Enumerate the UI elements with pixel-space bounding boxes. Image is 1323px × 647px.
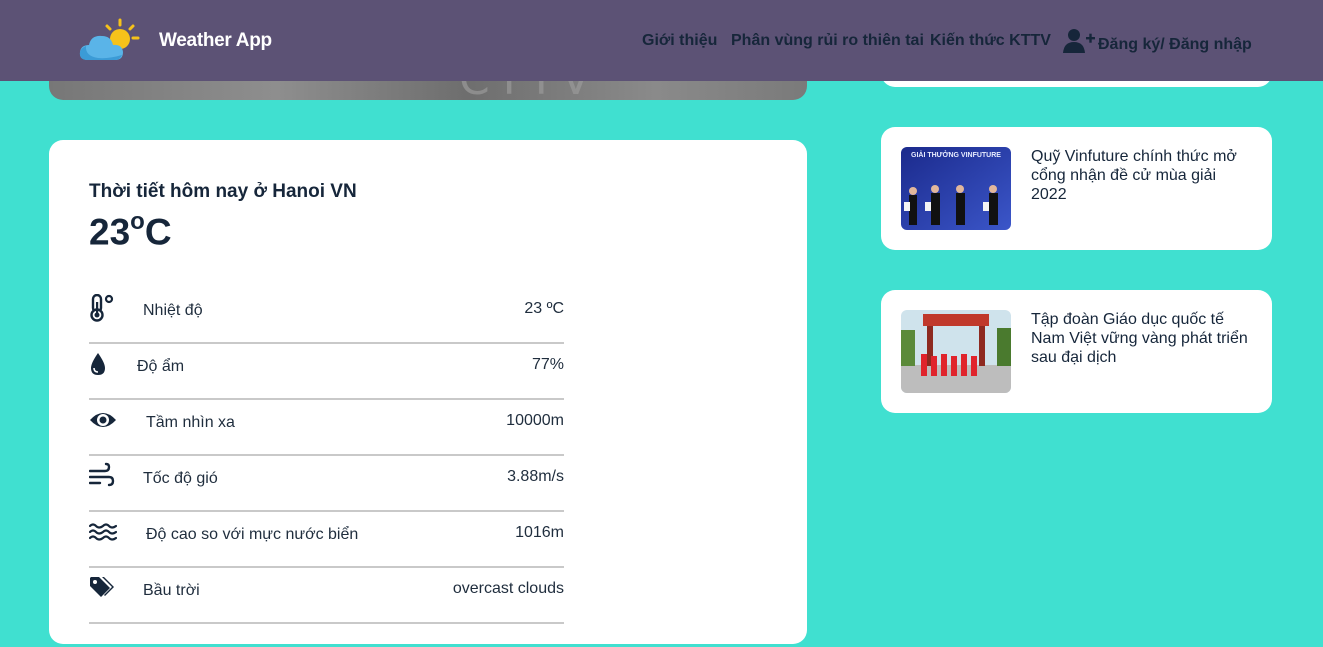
detail-label: Độ ẩm [137,358,185,375]
detail-value: 23 ºC [524,300,564,317]
thumbnail-caption: GIẢI THƯỞNG VINFUTURE [911,150,1001,159]
nav-link-intro[interactable]: Giới thiệu [642,32,717,50]
detail-value: 10000m [506,412,564,429]
news-card[interactable]: Tập đoàn Giáo dục quốc tế Nam Việt vững … [881,290,1272,413]
droplet-icon [91,353,105,375]
weather-logo-icon[interactable] [78,18,140,64]
detail-label: Bầu trời [143,582,200,599]
news-title[interactable]: Quỹ Vinfuture chính thức mở cổng nhận đề… [1031,147,1256,204]
degree-symbol: o [130,208,145,235]
news-card[interactable]: GIẢI THƯỞNG VINFUTURE Quỹ Vinfuture chín… [881,127,1272,250]
detail-label: Độ cao so với mực nước biển [146,526,359,543]
temperature-value: 23 [89,211,131,253]
detail-value: 77% [531,356,564,373]
detail-label: Nhiệt độ [143,302,203,319]
detail-row-sea-level: Độ cao so với mực nước biển 1016m [89,512,564,568]
detail-row-visibility: Tầm nhìn xa 10000m [89,400,564,456]
news-title[interactable]: Tập đoàn Giáo dục quốc tế Nam Việt vững … [1031,310,1256,367]
nav-link-knowledge[interactable]: Kiến thức KTTV [930,32,1051,50]
nav-link-disaster-risk[interactable]: Phân vùng rủi ro thiên tai [731,32,924,50]
water-waves-icon [89,523,117,541]
weather-heading: Thời tiết hôm nay ở Hanoi VN [89,181,357,202]
current-temperature: 23oC [89,208,172,253]
add-user-icon [1063,29,1095,53]
detail-row-sky: Bầu trời overcast clouds [89,568,564,624]
detail-label: Tầm nhìn xa [146,414,235,431]
detail-value: 3.88m/s [507,468,564,485]
detail-row-wind-speed: Tốc độ gió 3.88m/s [89,456,564,512]
tags-icon [90,577,114,597]
top-navbar: Weather App Giới thiệu Phân vùng rủi ro … [0,0,1323,81]
detail-value: overcast clouds [452,580,564,597]
detail-value: 1016m [515,524,564,541]
news-thumbnail[interactable] [901,310,1011,393]
detail-row-temperature: Nhiệt độ 23 ºC [89,288,564,344]
temperature-unit: C [144,211,172,253]
detail-label: Tốc độ gió [143,470,218,487]
detail-row-humidity: Độ ẩm 77% [89,344,564,400]
weather-details-list: Nhiệt độ 23 ºC Độ ẩm 77% Tầm nhìn xa 100… [89,288,564,624]
login-register-link[interactable]: Đăng ký/ Đăng nhập [1063,28,1252,54]
news-thumbnail[interactable]: GIẢI THƯỞNG VINFUTURE [901,147,1011,230]
thermometer-icon [90,294,114,322]
app-title[interactable]: Weather App [159,30,272,52]
wind-icon [89,462,115,487]
weather-card: Thời tiết hôm nay ở Hanoi VN 23oC Nhiệt … [49,140,807,644]
login-register-label: Đăng ký/ Đăng nhập [1098,36,1252,53]
eye-icon [90,413,116,427]
